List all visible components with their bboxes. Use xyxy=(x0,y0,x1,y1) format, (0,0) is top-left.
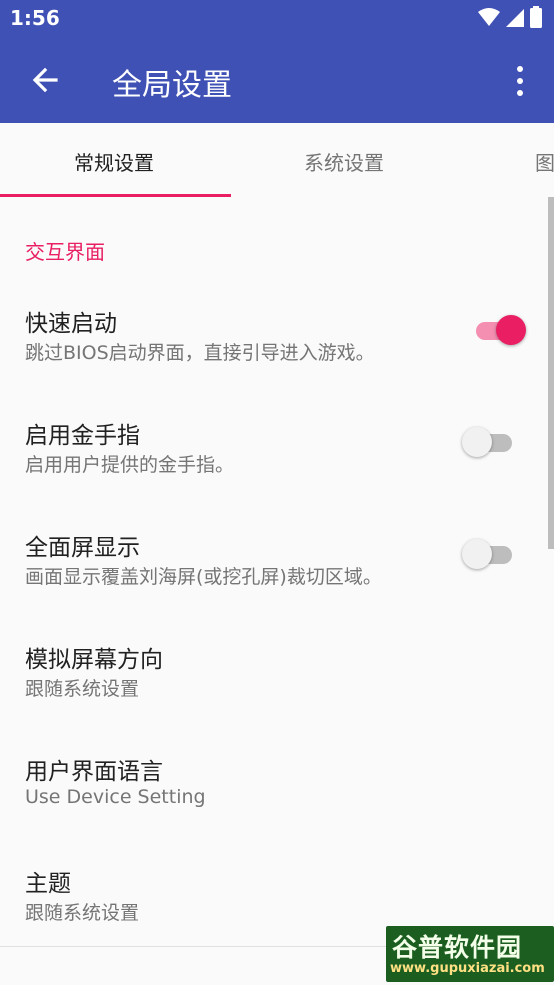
tab-indicator xyxy=(0,194,231,197)
pref-ui-language[interactable]: 用户界面语言 Use Device Setting xyxy=(0,738,554,850)
scrollbar[interactable] xyxy=(548,197,554,549)
pref-fullscreen-display[interactable]: 全面屏显示 画面显示覆盖刘海屏(或挖孔屏)裁切区域。 xyxy=(0,514,554,626)
app-bar: 全局设置 xyxy=(0,38,554,123)
pref-summary: 跳过BIOS启动界面，直接引导进入游戏。 xyxy=(25,342,375,364)
wifi-icon xyxy=(478,8,500,26)
watermark-logo: 谷普软件园 www.gupuxiazai.com xyxy=(386,926,554,982)
pref-summary: 跟随系统设置 xyxy=(25,902,140,924)
fast-boot-switch[interactable] xyxy=(472,312,526,348)
page-title: 全局设置 xyxy=(112,68,232,103)
battery-icon xyxy=(530,6,542,28)
pref-title: 全面屏显示 xyxy=(25,535,140,561)
tab-graphics[interactable]: 图 xyxy=(535,147,554,176)
status-icons xyxy=(478,6,542,28)
tab-system-settings[interactable]: 系统设置 xyxy=(304,147,384,176)
pref-title: 启用金手指 xyxy=(25,423,140,449)
more-options-icon[interactable] xyxy=(508,64,532,98)
tab-bar: 常规设置 系统设置 图 xyxy=(0,123,554,197)
pref-screen-orientation[interactable]: 模拟屏幕方向 跟随系统设置 xyxy=(0,626,554,738)
status-bar: 1:56 xyxy=(0,0,554,38)
switch-thumb xyxy=(462,539,492,569)
cheats-switch[interactable] xyxy=(462,424,516,460)
pref-title: 模拟屏幕方向 xyxy=(25,647,163,673)
tab-general-settings[interactable]: 常规设置 xyxy=(74,147,154,176)
status-time: 1:56 xyxy=(10,6,60,30)
pref-title: 快速启动 xyxy=(25,311,117,337)
fullscreen-display-switch[interactable] xyxy=(462,536,516,572)
watermark-url: www.gupuxiazai.com xyxy=(390,961,545,976)
pref-summary: Use Device Setting xyxy=(25,786,206,808)
pref-fast-boot[interactable]: 快速启动 跳过BIOS启动界面，直接引导进入游戏。 xyxy=(0,290,554,402)
pref-summary: 画面显示覆盖刘海屏(或挖孔屏)裁切区域。 xyxy=(25,566,382,588)
pref-summary: 跟随系统设置 xyxy=(25,678,140,700)
section-header: 交互界面 xyxy=(25,240,105,264)
switch-thumb xyxy=(496,315,526,345)
back-arrow-icon[interactable] xyxy=(26,60,66,100)
pref-summary: 启用用户提供的金手指。 xyxy=(25,454,235,476)
pref-cheats[interactable]: 启用金手指 启用用户提供的金手指。 xyxy=(0,402,554,514)
pref-title: 用户界面语言 xyxy=(25,759,163,785)
cellular-signal-icon xyxy=(506,9,524,27)
watermark-text: 谷普软件园 xyxy=(392,933,523,962)
pref-title: 主题 xyxy=(25,871,71,897)
switch-thumb xyxy=(462,427,492,457)
